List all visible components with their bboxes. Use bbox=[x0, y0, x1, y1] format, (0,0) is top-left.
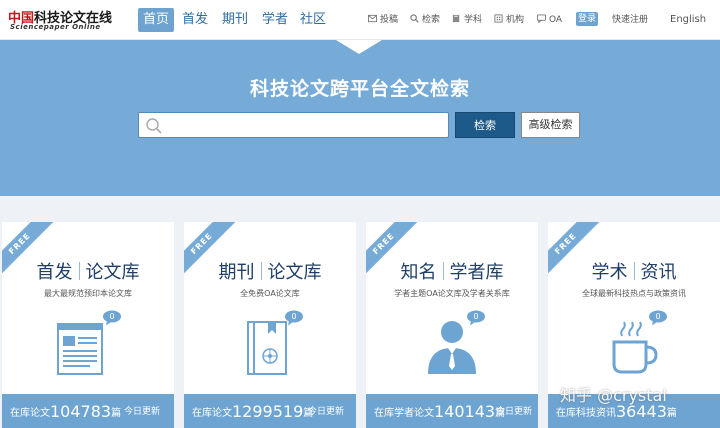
subject-link[interactable]: 学科 bbox=[452, 12, 482, 28]
card-title: 学术 资讯 bbox=[548, 258, 720, 284]
count-label: 在库论文 bbox=[192, 408, 232, 419]
card-title-a: 知名 bbox=[400, 262, 437, 283]
submit-link[interactable]: 投稿 bbox=[368, 12, 398, 28]
card-title: 知名 学者库 bbox=[366, 258, 538, 284]
title-separator bbox=[633, 262, 635, 280]
search-button[interactable]: 检索 bbox=[455, 112, 515, 138]
card-subtitle: 学者主题OA论文库及学者关系库 bbox=[394, 289, 510, 298]
card-preprint[interactable]: FREE 首发 论文库 最大最规范预印本论文库 0 在库论文104783篇 今日更… bbox=[2, 222, 174, 428]
count-unit: 篇 bbox=[111, 408, 122, 419]
login-button[interactable]: 登录 bbox=[576, 12, 598, 26]
nav-item-preprint[interactable]: 首发 bbox=[178, 8, 212, 32]
comment-count: 0 bbox=[109, 312, 115, 321]
title-separator bbox=[442, 262, 444, 280]
logo-tagline: Sciencepaper Online bbox=[10, 23, 101, 31]
nav-item-scholar[interactable]: 学者 bbox=[258, 8, 292, 32]
card-title: 首发 论文库 bbox=[2, 258, 174, 284]
register-link[interactable]: 快速注册 bbox=[612, 12, 648, 28]
card-title-b: 学者库 bbox=[449, 262, 504, 283]
today-update: 今日更新 bbox=[496, 407, 533, 417]
watermark: 知乎 @crystal bbox=[560, 386, 667, 405]
count-value: 1299519 bbox=[232, 402, 304, 421]
advanced-search-button[interactable]: 高级检索 bbox=[521, 112, 580, 138]
card-title-a: 首发 bbox=[36, 262, 73, 283]
count-label: 在库论文 bbox=[10, 408, 50, 419]
institution-link[interactable]: 机构 bbox=[494, 12, 524, 28]
magnifier-icon bbox=[410, 14, 419, 23]
card-title-a: 期刊 bbox=[218, 262, 255, 283]
card-title: 期刊 论文库 bbox=[184, 258, 356, 284]
count-unit: 篇 bbox=[666, 408, 677, 419]
count-value: 140143 bbox=[434, 402, 496, 421]
card-footer: 在库论文1299519篇 今日更新 bbox=[184, 394, 356, 428]
comment-count: 0 bbox=[473, 312, 479, 321]
card-journal[interactable]: FREE 期刊 论文库 全免费OA论文库 0 在库论文1299519篇 今日更新 bbox=[184, 222, 356, 428]
count-stat: 在库论文1299519篇 bbox=[192, 402, 313, 421]
count-label: 在库科技资讯 bbox=[556, 408, 616, 419]
search-box[interactable] bbox=[138, 112, 449, 138]
count-stat: 在库论文104783篇 bbox=[10, 402, 121, 421]
title-separator bbox=[78, 262, 80, 280]
nav-item-home[interactable]: 首页 bbox=[138, 8, 174, 32]
language-link[interactable]: English bbox=[670, 12, 706, 28]
search-input[interactable] bbox=[167, 115, 443, 135]
book-icon bbox=[452, 14, 460, 23]
today-update: 今日更新 bbox=[308, 407, 345, 417]
subject-label: 学科 bbox=[464, 15, 483, 25]
card-subtitle: 全球最新科技热点与政策资讯 bbox=[582, 289, 686, 298]
search-icon bbox=[146, 118, 162, 134]
nav-item-journal[interactable]: 期刊 bbox=[218, 8, 252, 32]
count-stat: 在库学者论文140143篇 bbox=[374, 402, 505, 421]
hero-title: 科技论文跨平台全文检索 bbox=[249, 78, 470, 100]
site-logo[interactable]: 中国科技论文在线 Sciencepaper Online bbox=[8, 7, 134, 33]
top-header: 中国科技论文在线 Sciencepaper Online 首页 首发 期刊 学者… bbox=[0, 0, 720, 40]
card-title-b: 论文库 bbox=[85, 262, 140, 283]
institution-label: 机构 bbox=[506, 15, 525, 25]
search-link-label: 检索 bbox=[422, 15, 441, 25]
card-footer: 在库论文104783篇 今日更新 bbox=[2, 394, 174, 428]
count-label: 在库学者论文 bbox=[374, 408, 434, 419]
card-scholar[interactable]: FREE 知名 学者库 学者主题OA论文库及学者关系库 0 在库学者论文14014… bbox=[366, 222, 538, 428]
oa-link[interactable]: OA bbox=[537, 12, 562, 28]
today-update: 今日更新 bbox=[124, 407, 161, 417]
building-icon bbox=[494, 14, 503, 23]
hero-notch bbox=[336, 40, 382, 54]
comment-count: 0 bbox=[291, 312, 297, 321]
submit-label: 投稿 bbox=[380, 15, 399, 25]
comment-count: 0 bbox=[655, 312, 661, 321]
oa-label: OA bbox=[549, 15, 563, 25]
search-link[interactable]: 检索 bbox=[410, 12, 440, 28]
count-value: 104783 bbox=[50, 402, 112, 421]
chat-icon bbox=[537, 14, 546, 23]
card-subtitle: 最大最规范预印本论文库 bbox=[44, 289, 132, 298]
envelope-icon bbox=[368, 14, 377, 23]
title-separator bbox=[260, 262, 262, 280]
card-subtitle: 全免费OA论文库 bbox=[240, 289, 300, 298]
card-title-b: 资讯 bbox=[640, 262, 677, 283]
nav-item-community[interactable]: 社区 bbox=[296, 8, 330, 32]
card-title-a: 学术 bbox=[591, 262, 628, 283]
card-footer: 在库学者论文140143篇 今日更新 bbox=[366, 394, 538, 428]
card-title-b: 论文库 bbox=[267, 262, 322, 283]
